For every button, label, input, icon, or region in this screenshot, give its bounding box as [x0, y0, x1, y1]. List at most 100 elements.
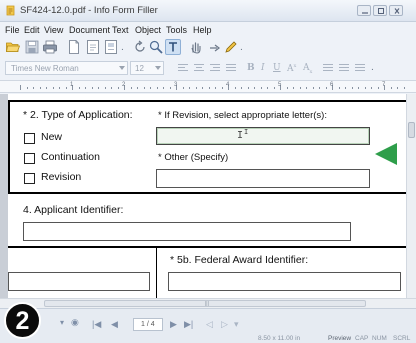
printer-icon: [43, 40, 57, 54]
menu-edit[interactable]: Edit: [24, 25, 40, 35]
revision-letters-input[interactable]: [156, 127, 370, 145]
ruler-number: 3: [174, 82, 178, 88]
numbered-list-icon[interactable]: [339, 64, 349, 72]
previous-page-icon[interactable]: ◀: [111, 319, 118, 330]
menu-view[interactable]: View: [44, 25, 63, 35]
first-page-icon[interactable]: |◀: [92, 319, 101, 330]
align-center-icon[interactable]: [194, 64, 204, 72]
forward-icon[interactable]: ▷: [221, 319, 228, 330]
ruler-tick: [371, 87, 372, 89]
ruler-tick: [338, 87, 340, 89]
title-bar: SF424-12.0.pdf - Info Form Filler: [0, 0, 416, 22]
continuation-checkbox[interactable]: [24, 153, 35, 164]
format-toolbar: Times New Roman 12 B I U Ax Ax .: [0, 58, 416, 78]
form-border-top: [8, 100, 406, 102]
menu-text[interactable]: Text: [112, 25, 129, 35]
page-icon: [69, 40, 79, 54]
pencil-tool-button[interactable]: [223, 39, 239, 55]
ruler-tick: [20, 85, 21, 90]
text-cursor-icon: I: [237, 130, 244, 141]
bullet-list-icon[interactable]: [323, 64, 333, 72]
ruler-tick: [377, 87, 379, 89]
close-icon: [394, 8, 400, 14]
menu-tools[interactable]: Tools: [166, 25, 187, 35]
next-page-icon[interactable]: ▶: [170, 319, 177, 330]
close-button[interactable]: [389, 5, 403, 16]
window-title: SF424-12.0.pdf - Info Form Filler: [20, 5, 158, 16]
step-number-badge: 2: [4, 302, 41, 339]
ruler-tick: [208, 87, 210, 89]
rotate-button[interactable]: [132, 39, 148, 55]
revision-checkbox[interactable]: [24, 173, 35, 184]
align-justify-icon[interactable]: [226, 64, 236, 72]
toolbar-separator-dot: .: [121, 43, 124, 53]
form-divider: [8, 192, 406, 194]
view-mode-dropdown-icon[interactable]: ▾: [60, 318, 64, 327]
ruler-tick: [254, 87, 255, 89]
federal-award-identifier-input[interactable]: [168, 272, 401, 291]
last-page-icon[interactable]: ▶|: [184, 319, 193, 330]
ruler-tick: [117, 87, 119, 89]
insert-page-button[interactable]: [85, 39, 101, 55]
subscript-icon[interactable]: Ax: [303, 63, 312, 75]
underline-icon[interactable]: U: [273, 63, 281, 73]
page-layout-button[interactable]: [103, 39, 119, 55]
federal-entity-identifier-input[interactable]: [8, 272, 150, 291]
hand-icon: [191, 42, 201, 54]
save-button[interactable]: [24, 39, 40, 55]
vertical-scrollbar-thumb[interactable]: [408, 122, 415, 138]
zoom-button[interactable]: [148, 39, 164, 55]
page-number-input[interactable]: 1 / 4: [133, 318, 163, 331]
ruler-tick: [267, 87, 268, 89]
italic-icon[interactable]: I: [261, 63, 265, 73]
ruler-tick: [234, 87, 236, 89]
indent-icon[interactable]: [355, 64, 365, 72]
print-button[interactable]: [42, 39, 58, 55]
vertical-scrollbar[interactable]: [406, 94, 416, 298]
ruler-tick: [78, 87, 80, 89]
menu-file[interactable]: File: [5, 25, 20, 35]
new-page-button[interactable]: [66, 39, 82, 55]
minimize-button[interactable]: [357, 5, 371, 16]
ruler-tick: [319, 87, 320, 89]
arrow-tool-button[interactable]: [207, 39, 223, 55]
ruler-tick: [91, 87, 93, 89]
horizontal-scrollbar[interactable]: |||: [0, 298, 416, 308]
ruler-tick: [39, 87, 41, 89]
other-specify-input[interactable]: [156, 169, 370, 188]
align-left-icon[interactable]: [178, 64, 188, 72]
insert-page-icon: [87, 40, 99, 54]
ruler-tick: [85, 87, 86, 89]
ruler-tick: [221, 87, 223, 89]
minimize-icon: [362, 12, 368, 14]
open-button[interactable]: [5, 39, 21, 55]
applicant-identifier-input[interactable]: [23, 222, 351, 241]
ruler-tick: [189, 87, 190, 89]
ruler-number: 1: [70, 82, 74, 88]
font-size-select[interactable]: 12: [130, 61, 164, 75]
align-right-icon[interactable]: [210, 64, 220, 72]
menu-object[interactable]: Object: [135, 25, 161, 35]
maximize-button[interactable]: [373, 5, 387, 16]
step-number: 2: [15, 307, 30, 335]
menu-document[interactable]: Document: [69, 25, 110, 35]
ruler-tick: [286, 87, 288, 89]
hand-tool-button[interactable]: [188, 39, 204, 55]
forward-dropdown-icon[interactable]: ▾: [234, 319, 239, 330]
ruler-number: 2: [122, 82, 126, 88]
text-tool-button[interactable]: [165, 39, 181, 55]
revision-letters-value: I: [244, 128, 249, 136]
back-icon[interactable]: ◁: [206, 319, 213, 330]
ruler-tick: [273, 87, 275, 89]
ruler-tick: [195, 87, 197, 89]
form-filler-window: SF424-12.0.pdf - Info Form Filler File E…: [0, 0, 416, 343]
page-indicator-value: 1 / 4: [141, 321, 155, 328]
chevron-down-icon: [119, 66, 125, 70]
new-checkbox[interactable]: [24, 133, 35, 144]
arrow-tool-icon: [210, 44, 220, 52]
font-name-select[interactable]: Times New Roman: [5, 61, 128, 75]
menu-help[interactable]: Help: [193, 25, 212, 35]
superscript-icon[interactable]: Ax: [287, 63, 296, 74]
view-options-icon[interactable]: ◉: [71, 317, 79, 328]
bold-icon[interactable]: B: [247, 63, 255, 73]
